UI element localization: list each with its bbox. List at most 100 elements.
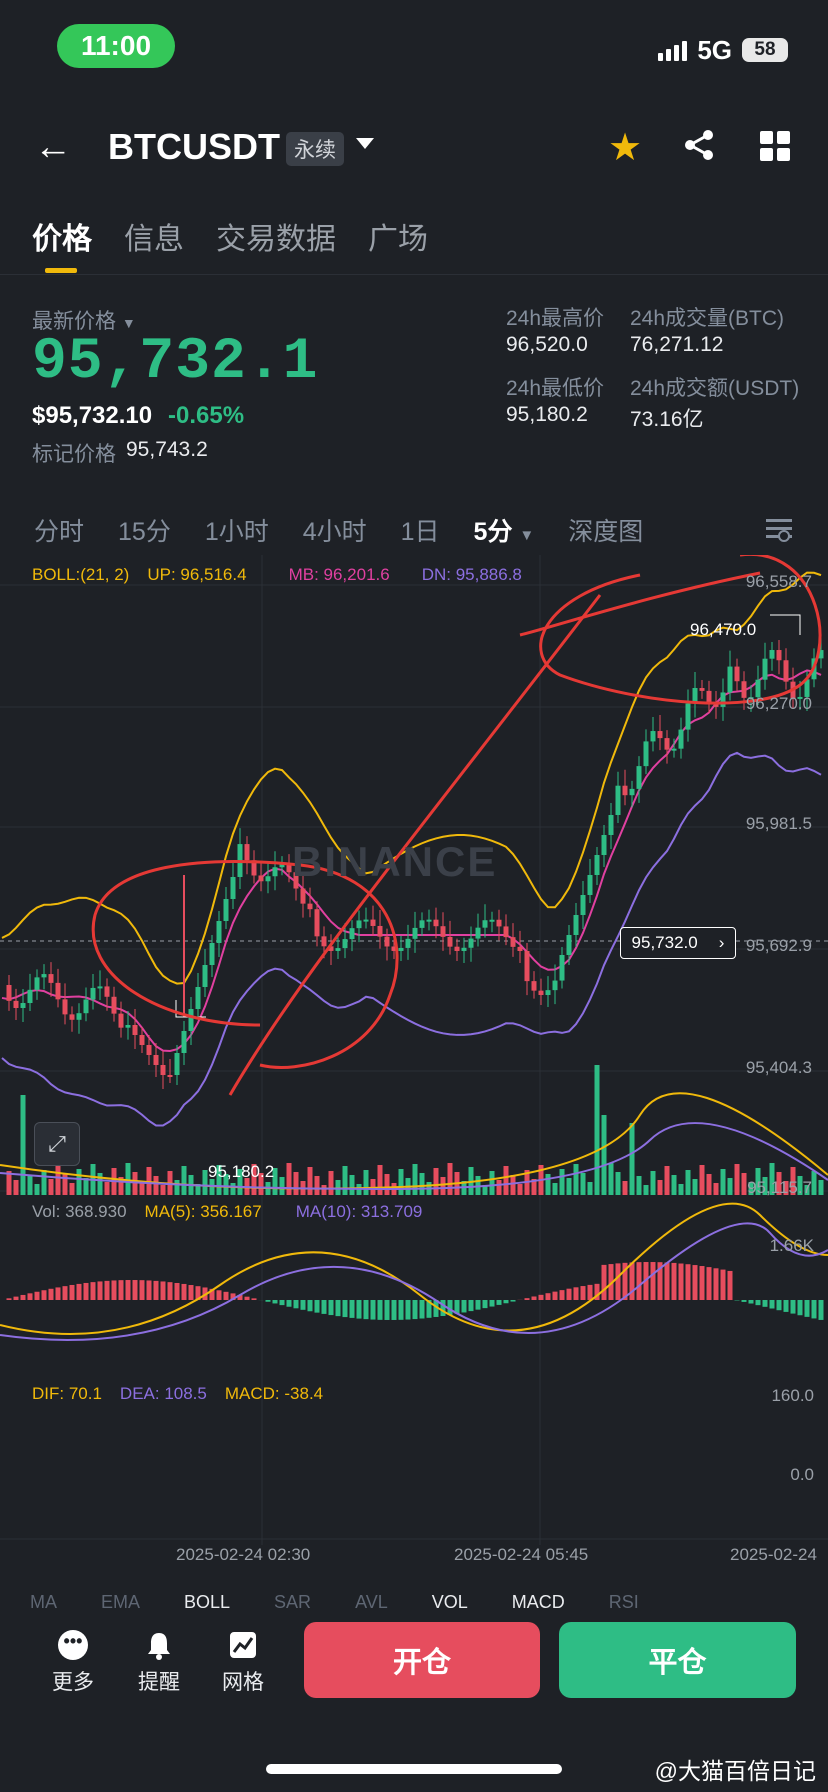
macd-histogram-bar [48,1288,54,1300]
indicator-selector: MA EMA BOLL SAR AVL VOL MACD RSI [30,1592,639,1613]
volume-bar [706,1174,712,1195]
macd-histogram-bar [111,1280,117,1300]
candle-body [447,936,453,947]
candle-body [13,1000,19,1008]
macd-histogram-bar [706,1267,712,1300]
high-marker: 96,470.0 [690,620,757,639]
candle-body [433,919,439,927]
ind-avl[interactable]: AVL [355,1592,388,1613]
symbol-dropdown-icon[interactable] [356,138,374,149]
symbol-title[interactable]: BTCUSDT [108,126,280,168]
macd-histogram-bar [62,1286,68,1300]
candle-body [139,1035,145,1045]
ind-rsi[interactable]: RSI [609,1592,639,1613]
volume-bar [202,1170,208,1195]
share-icon[interactable] [682,128,716,162]
interval-1d[interactable]: 1日 [401,512,440,548]
high-value: 96,520.0 [506,333,588,356]
candle-body [636,766,642,789]
candle-body [41,974,47,978]
divider [0,274,828,275]
volume-bar [636,1176,642,1195]
ind-boll[interactable]: BOLL [184,1592,230,1613]
macd-histogram-bar [272,1300,278,1304]
macd-histogram-bar [223,1291,229,1300]
back-arrow-icon[interactable]: ← [34,126,72,169]
interval-4h[interactable]: 4小时 [303,512,367,548]
expand-chart-icon[interactable]: ⤢ [34,1122,80,1166]
interval-timeline[interactable]: 分时 [34,512,84,548]
candle-body [699,688,705,691]
macd-histogram-bar [790,1300,796,1314]
candle-body [167,1075,173,1077]
tab-trading-data[interactable]: 交易数据 [216,214,336,258]
tab-price[interactable]: 价格 [32,214,92,258]
candle-body [111,996,117,1014]
volume-bar [41,1170,47,1195]
macd-histogram-bar [132,1280,138,1300]
macd-histogram-bar [671,1262,677,1300]
candlestick-chart[interactable] [0,555,828,1565]
volume-bar [69,1183,75,1195]
macd-histogram-bar [216,1290,222,1300]
volume-bar [671,1175,677,1195]
macd-histogram-bar [370,1300,376,1320]
signal-icon [658,39,688,61]
volume-bar [153,1176,159,1195]
interval-1h[interactable]: 1小时 [205,512,269,548]
tab-square[interactable]: 广场 [368,214,428,258]
candle-body [104,986,110,997]
ind-ema[interactable]: EMA [101,1592,140,1613]
chart-settings-icon[interactable] [764,516,794,542]
interval-5m[interactable]: 5分 ▼ [474,512,535,548]
macd-histogram-bar [566,1288,572,1300]
candle-body [335,948,341,951]
grid-menu-icon[interactable] [760,131,790,161]
interval-depth[interactable]: 深度图 [568,512,643,548]
macd-histogram-bar [685,1264,691,1300]
volume-bar [489,1171,495,1195]
ind-vol[interactable]: VOL [432,1592,468,1613]
macd-axis-top: 160.0 [771,1386,814,1405]
macd-dea: DEA: 108.5 [119,1384,207,1403]
macd-histogram-bar [384,1300,390,1320]
ind-sar[interactable]: SAR [274,1592,311,1613]
macd-histogram-bar [181,1283,187,1300]
ind-macd[interactable]: MACD [512,1592,565,1613]
tab-info[interactable]: 信息 [124,214,184,258]
current-price-tag[interactable]: 95,732.0 › [620,927,736,959]
candle-body [202,965,208,987]
candle-body [587,875,593,895]
macd-histogram-bar [321,1300,327,1314]
volume-bar [573,1164,579,1195]
macd-histogram-bar [580,1286,586,1300]
candle-body [258,875,264,882]
volume-bar [349,1175,355,1195]
axis-label-5: 95,404.3 [745,1058,812,1077]
candle-body [230,877,236,899]
candle-body [405,938,411,948]
close-position-button[interactable]: 平仓 [559,1622,796,1698]
macd-histogram-bar [692,1265,698,1300]
volume-bar [412,1164,418,1195]
ind-ma[interactable]: MA [30,1592,57,1613]
candle-body [573,915,579,935]
macd-panel [0,1202,828,1341]
macd-histogram-bar [244,1296,250,1300]
volume-bar [160,1185,166,1195]
interval-15m[interactable]: 15分 [118,512,171,548]
macd-histogram-bar [804,1300,810,1317]
candle-body [321,936,327,947]
volume-bar [377,1165,383,1195]
vol-ma5: MA(5): 356.167 [144,1202,262,1221]
axis-label-6: 95,115.7 [747,1178,812,1197]
macd-histogram-bar [468,1300,474,1312]
macd-histogram-bar [741,1300,747,1302]
nav-more[interactable]: ••• 更多 [52,1630,94,1696]
favorite-star-icon[interactable]: ★ [608,125,642,170]
macd-histogram-bar [769,1300,775,1309]
nav-grid[interactable]: 网格 [222,1630,264,1696]
macd-histogram-bar [188,1285,194,1300]
open-position-button[interactable]: 开仓 [304,1622,540,1698]
nav-alert[interactable]: 提醒 [138,1630,180,1696]
